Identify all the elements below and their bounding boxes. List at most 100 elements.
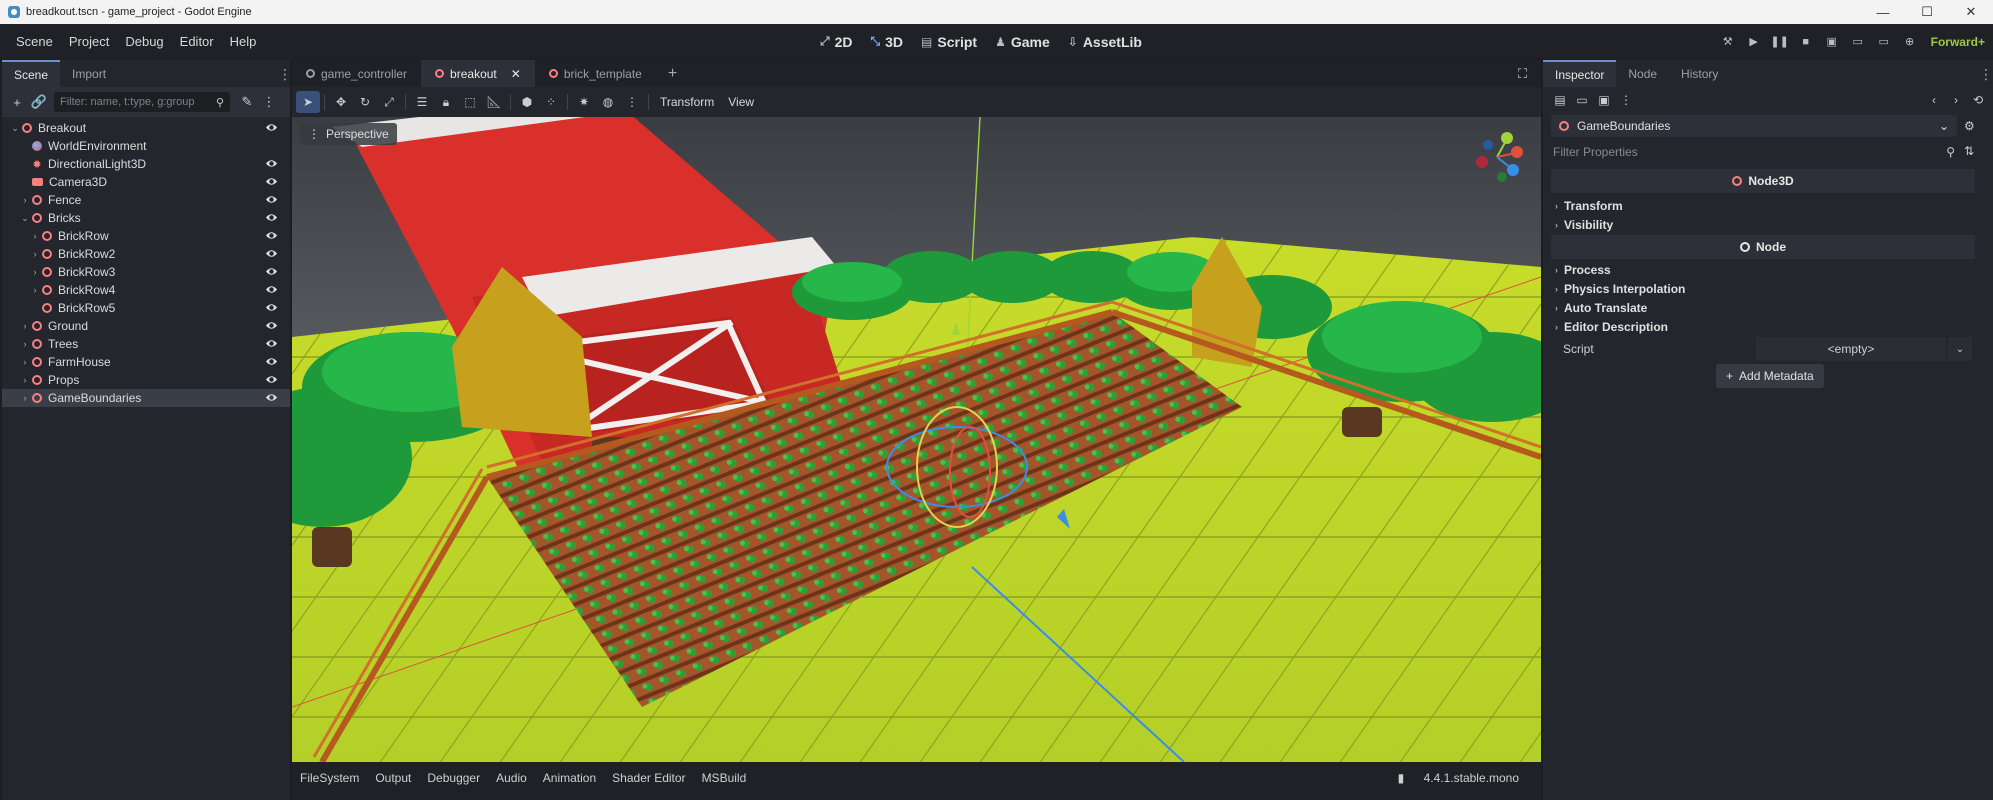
tab-filesystem[interactable]: FileSystem	[292, 771, 367, 785]
move-mode-icon[interactable]: ✥	[329, 91, 353, 113]
group-icon[interactable]: ⬚	[458, 91, 482, 113]
tree-item-breakout[interactable]: ⌄ Breakout	[2, 119, 290, 137]
section-editor-description[interactable]: › Editor Description	[1555, 317, 1668, 336]
menu-debug[interactable]: Debug	[117, 34, 171, 49]
node-settings-icon[interactable]: ⚙	[1964, 119, 1975, 133]
tree-item-fence[interactable]: › Fence	[2, 191, 290, 209]
menu-help[interactable]: Help	[222, 34, 265, 49]
expand-arrow-icon[interactable]: ›	[30, 267, 40, 277]
visibility-eye-icon[interactable]	[265, 301, 278, 314]
section-visibility[interactable]: › Visibility	[1555, 215, 1613, 234]
visibility-eye-icon[interactable]	[265, 157, 278, 170]
visibility-eye-icon[interactable]	[265, 193, 278, 206]
visibility-eye-icon[interactable]	[265, 211, 278, 224]
distraction-free-icon[interactable]: ⛶	[1518, 66, 1527, 82]
tree-item-trees[interactable]: › Trees	[2, 335, 290, 353]
expand-arrow-icon[interactable]: ›	[20, 339, 30, 349]
transform-menu[interactable]: Transform	[653, 95, 721, 109]
remote-debug-icon[interactable]: ▣	[1821, 31, 1843, 53]
pause-icon[interactable]: ❚❚	[1769, 31, 1791, 53]
instance-scene-icon[interactable]: 🔗	[28, 94, 50, 110]
new-resource-icon[interactable]: ▤	[1549, 93, 1571, 107]
tree-item-camera3d[interactable]: Camera3D	[2, 173, 290, 191]
tab-output[interactable]: Output	[367, 771, 419, 785]
movie-maker-icon[interactable]: ⊕	[1899, 31, 1921, 53]
object-history-icon[interactable]: ⟲	[1967, 93, 1989, 107]
section-physics-interpolation[interactable]: › Physics Interpolation	[1555, 279, 1685, 298]
tab-node[interactable]: Node	[1616, 60, 1669, 87]
collapse-arrow-icon[interactable]: ⌄	[10, 123, 20, 134]
section-auto-translate[interactable]: › Auto Translate	[1555, 298, 1647, 317]
tree-item-brickrow2[interactable]: › BrickRow2	[2, 245, 290, 263]
tree-item-bricks[interactable]: ⌄ Bricks	[2, 209, 290, 227]
ruler-icon[interactable]: 📐︎	[482, 91, 506, 113]
visibility-eye-icon[interactable]	[265, 247, 278, 260]
add-node-icon[interactable]: +	[6, 95, 28, 110]
open-resource-icon[interactable]: ▭	[1571, 93, 1593, 107]
close-tab-icon[interactable]: ✕	[511, 67, 521, 81]
tab-audio[interactable]: Audio	[488, 771, 535, 785]
tree-item-brickrow4[interactable]: › BrickRow4	[2, 281, 290, 299]
tree-item-brickrow[interactable]: › BrickRow	[2, 227, 290, 245]
resource-menu-icon[interactable]: ⋮	[1615, 93, 1637, 107]
maximize-button[interactable]: ☐	[1905, 0, 1949, 24]
expand-arrow-icon[interactable]: ›	[30, 285, 40, 295]
visibility-eye-icon[interactable]	[265, 319, 278, 332]
tab-animation[interactable]: Animation	[535, 771, 604, 785]
tab-msbuild[interactable]: MSBuild	[694, 771, 755, 785]
visibility-eye-icon[interactable]	[265, 373, 278, 386]
rotate-mode-icon[interactable]: ↻	[353, 91, 377, 113]
expand-arrow-icon[interactable]: ›	[20, 195, 30, 205]
history-back-icon[interactable]: ‹	[1923, 93, 1945, 107]
visibility-eye-icon[interactable]	[265, 355, 278, 368]
preview-menu-icon[interactable]: ⋮	[620, 91, 644, 113]
view-menu[interactable]: View	[721, 95, 761, 109]
attach-script-icon[interactable]: ✎	[236, 94, 258, 110]
expand-arrow-icon[interactable]: ›	[30, 231, 40, 241]
inspector-dock-menu-icon[interactable]: ⋮	[1979, 66, 1993, 83]
visibility-eye-icon[interactable]	[265, 265, 278, 278]
3d-viewport[interactable]: ⋮ Perspective	[292, 117, 1541, 762]
select-mode-icon[interactable]: ➤	[296, 91, 320, 113]
add-metadata-button[interactable]: + Add Metadata	[1716, 364, 1824, 388]
environment-preview-icon[interactable]: ◍	[596, 91, 620, 113]
scene-filter-input[interactable]: Filter: name, t:type, g:group ⚲	[54, 92, 230, 112]
filter-properties-input[interactable]: Filter Properties ⚲	[1551, 141, 1957, 163]
menu-project[interactable]: Project	[61, 34, 117, 49]
local-space-icon[interactable]: ⬢	[515, 91, 539, 113]
mode-assetlib-button[interactable]: ⇩ AssetLib	[1068, 34, 1142, 50]
tree-item-directionallight3d[interactable]: ✹ DirectionalLight3D	[2, 155, 290, 173]
tree-item-brickrow5[interactable]: BrickRow5	[2, 299, 290, 317]
close-window-button[interactable]: ✕	[1949, 0, 1993, 24]
mode-2d-button[interactable]: ⤢ 2D	[820, 34, 853, 50]
scene-tab-brick-template[interactable]: brick_template	[535, 60, 656, 87]
tab-history[interactable]: History	[1669, 60, 1730, 87]
lock-icon[interactable]: 🔒︎	[434, 91, 458, 113]
sort-properties-icon[interactable]: ⇅	[1964, 144, 1974, 158]
save-resource-icon[interactable]: ▣	[1593, 93, 1615, 107]
list-select-icon[interactable]: ☰	[410, 91, 434, 113]
minimize-button[interactable]: —	[1861, 0, 1905, 24]
viewport-perspective-menu[interactable]: ⋮ Perspective	[300, 123, 397, 145]
tab-inspector[interactable]: Inspector	[1543, 60, 1617, 87]
selected-node-dropdown[interactable]: GameBoundaries ⌄	[1551, 115, 1957, 137]
visibility-eye-icon[interactable]	[265, 391, 278, 404]
tree-item-brickrow3[interactable]: › BrickRow3	[2, 263, 290, 281]
mode-script-button[interactable]: ▤ Script	[921, 34, 977, 50]
play-icon[interactable]: ▶	[1743, 31, 1765, 53]
tree-item-gameboundaries[interactable]: › GameBoundaries	[2, 389, 290, 407]
tree-item-farmhouse[interactable]: › FarmHouse	[2, 353, 290, 371]
collapse-arrow-icon[interactable]: ⌄	[20, 213, 30, 224]
play-custom-scene-icon[interactable]: ▭	[1873, 31, 1895, 53]
menu-scene[interactable]: Scene	[8, 34, 61, 49]
tree-item-ground[interactable]: › Ground	[2, 317, 290, 335]
tab-shader-editor[interactable]: Shader Editor	[604, 771, 693, 785]
play-scene-icon[interactable]: ▭	[1847, 31, 1869, 53]
tab-import[interactable]: Import	[60, 60, 118, 87]
tab-debugger[interactable]: Debugger	[419, 771, 488, 785]
build-icon[interactable]: ⚒	[1717, 31, 1739, 53]
scene-tools-menu-icon[interactable]: ⋮	[258, 94, 280, 110]
scene-tab-game-controller[interactable]: game_controller	[292, 60, 421, 87]
visibility-eye-icon[interactable]	[265, 337, 278, 350]
section-process[interactable]: › Process	[1555, 260, 1611, 279]
